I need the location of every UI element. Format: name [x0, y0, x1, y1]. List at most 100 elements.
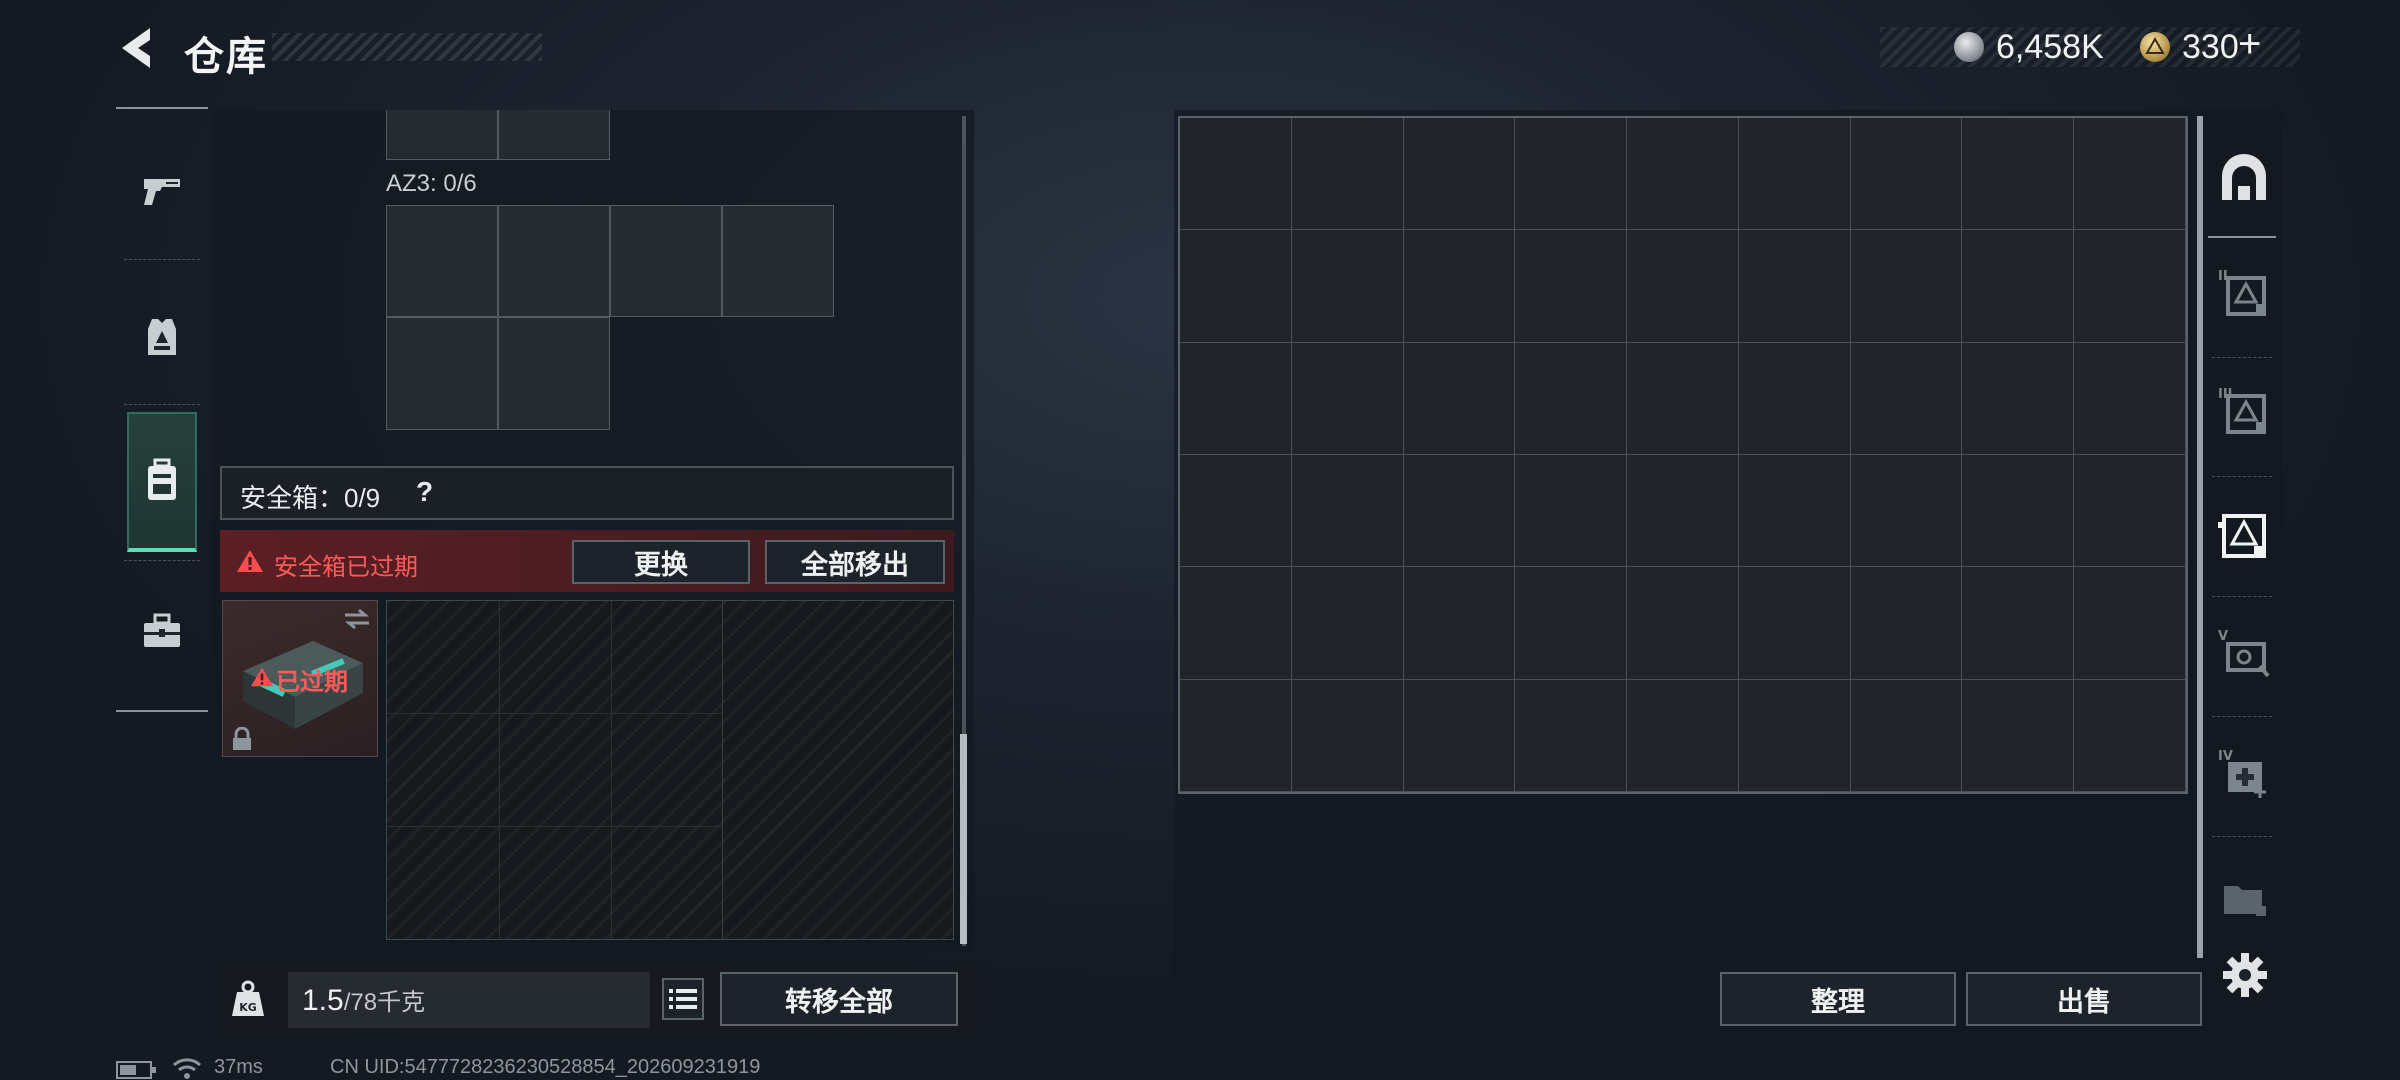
stash-slot[interactable] [1627, 230, 1739, 343]
stash-slot[interactable] [1850, 342, 1963, 455]
stash-slot[interactable] [1850, 230, 1963, 343]
sort-button[interactable]: 整理 [1720, 972, 1956, 1026]
stash-tab-divider [2208, 236, 2276, 238]
stash-slot[interactable] [1627, 118, 1739, 231]
remove-all-button[interactable]: 全部移出 [765, 540, 945, 584]
back-button[interactable] [112, 22, 160, 74]
stash-slot[interactable] [1738, 230, 1851, 343]
stash-slot[interactable] [1180, 567, 1292, 680]
stash-slot[interactable] [1962, 679, 2075, 792]
stash-slot[interactable] [1738, 455, 1851, 568]
loadout-scrollbar-thumb[interactable] [960, 734, 967, 944]
stash-slot[interactable] [1180, 455, 1292, 568]
sidebar-divider [124, 404, 200, 405]
tab-storage-selected[interactable] [2212, 504, 2276, 568]
stash-slot[interactable] [1962, 230, 2075, 343]
container-slot[interactable] [498, 110, 610, 160]
stash-slot[interactable] [1403, 230, 1516, 343]
az3-slot[interactable] [386, 205, 498, 317]
stash-slot[interactable] [1962, 118, 2075, 231]
coin-icon [1954, 32, 1984, 62]
stash-slot[interactable] [1403, 118, 1516, 231]
container-slot[interactable] [386, 110, 498, 160]
stash-slot[interactable] [1515, 455, 1628, 568]
current-weight: 1.5 [302, 984, 344, 1017]
az3-slot[interactable] [722, 205, 834, 317]
stash-slot[interactable] [1291, 567, 1404, 680]
svg-text:V: V [2218, 629, 2228, 644]
stash-slot[interactable] [2074, 567, 2186, 680]
stash-grid[interactable] [1178, 116, 2188, 794]
stash-slot[interactable] [1962, 455, 2075, 568]
stash-slot[interactable] [1291, 679, 1404, 792]
safe-box-slot-area[interactable] [387, 601, 723, 939]
tab-storage-tier-ii[interactable]: II [2212, 262, 2276, 326]
tab-weapons[interactable] [127, 126, 197, 256]
stash-slot[interactable] [2074, 679, 2186, 792]
stash-slot[interactable] [1850, 679, 1963, 792]
stash-slot[interactable] [1403, 567, 1516, 680]
tab-toolbox[interactable] [127, 566, 197, 696]
stash-slot[interactable] [1291, 342, 1404, 455]
stash-slot[interactable] [1291, 455, 1404, 568]
stash-slot[interactable] [2074, 455, 2186, 568]
stash-slot[interactable] [1738, 679, 1851, 792]
stash-slot[interactable] [1738, 342, 1851, 455]
stash-slot[interactable] [1850, 455, 1963, 568]
tab-storage-tier-v[interactable]: V [2212, 622, 2276, 686]
stash-slot[interactable] [1627, 679, 1739, 792]
stash-slot[interactable] [1627, 342, 1739, 455]
stash-slot[interactable] [1962, 342, 2075, 455]
az3-slot[interactable] [610, 205, 722, 317]
transfer-all-button[interactable]: 转移全部 [720, 972, 958, 1026]
safe-box-grid[interactable] [386, 600, 954, 940]
stash-tab-divider [2212, 476, 2272, 477]
stash-slot[interactable] [1627, 455, 1739, 568]
stash-slot[interactable] [1738, 567, 1851, 680]
stash-slot[interactable] [1180, 118, 1292, 231]
backpack-icon [148, 458, 176, 500]
safe-box-help-button[interactable]: ? [416, 476, 433, 508]
tab-storage-tier-iv[interactable]: IV [2212, 742, 2276, 806]
replace-safe-box-button[interactable]: 更换 [572, 540, 750, 584]
stash-slot[interactable] [1180, 230, 1292, 343]
stash-slot[interactable] [1403, 679, 1516, 792]
stash-slot[interactable] [1850, 118, 1963, 231]
sell-button[interactable]: 出售 [1966, 972, 2202, 1026]
stash-slot[interactable] [1291, 230, 1404, 343]
stash-slot[interactable] [1291, 118, 1404, 231]
tab-storage-tier-iii[interactable]: III [2212, 380, 2276, 444]
add-bond-button[interactable]: + [2238, 22, 2261, 67]
az3-slot[interactable] [386, 317, 498, 430]
pistol-icon [144, 179, 180, 205]
stash-slot[interactable] [2074, 230, 2186, 343]
list-view-button[interactable] [662, 978, 704, 1020]
tab-all-storage[interactable] [2212, 146, 2276, 210]
stash-slot[interactable] [1515, 230, 1628, 343]
settings-button[interactable] [2220, 950, 2270, 1000]
stash-slot[interactable] [1962, 567, 2075, 680]
stash-slot[interactable] [2074, 342, 2186, 455]
stash-slot[interactable] [1403, 455, 1516, 568]
title-decoration [272, 33, 542, 61]
stash-slot[interactable] [1180, 679, 1292, 792]
tab-storage-more[interactable] [2212, 866, 2276, 930]
stash-slot[interactable] [1850, 567, 1963, 680]
tab-armor[interactable] [127, 272, 197, 402]
item-expired-label: 已过期 [276, 669, 348, 696]
stash-slot[interactable] [1627, 567, 1739, 680]
az3-slot[interactable] [498, 317, 610, 430]
stash-slot[interactable] [1515, 118, 1628, 231]
stash-slot[interactable] [1403, 342, 1516, 455]
stash-slot[interactable] [2074, 118, 2186, 231]
stash-tab-scrollbar-thumb[interactable] [2197, 116, 2203, 958]
stash-slot[interactable] [1515, 679, 1628, 792]
tab-backpack[interactable] [127, 412, 197, 552]
stash-slot[interactable] [1738, 118, 1851, 231]
az3-slot[interactable] [498, 205, 610, 317]
weight-readout: 1.5/78千克 [302, 982, 425, 1018]
toolbox-icon [144, 613, 180, 647]
stash-slot[interactable] [1180, 342, 1292, 455]
stash-slot[interactable] [1515, 567, 1628, 680]
stash-slot[interactable] [1515, 342, 1628, 455]
